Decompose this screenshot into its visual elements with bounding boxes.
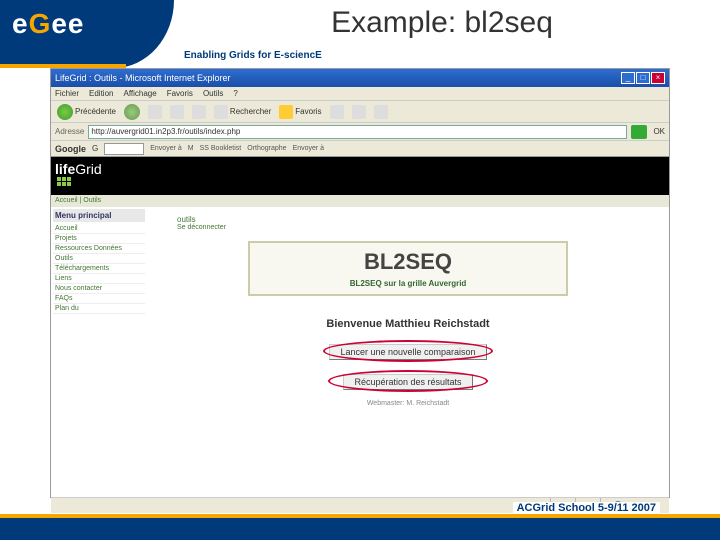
logo-squares <box>57 177 71 186</box>
lifegrid-header: lifeGrid <box>51 157 669 195</box>
slide-subtitle: Enabling Grids for E-sciencE <box>184 50 322 61</box>
mail-icon[interactable] <box>352 105 366 119</box>
bl2seq-subtitle: BL2SEQ sur la grille Auvergrid <box>256 279 560 288</box>
back-button[interactable]: Précédente <box>57 104 116 120</box>
launch-compare-button[interactable]: Lancer une nouvelle comparaison <box>329 344 486 360</box>
address-input[interactable]: http://auvergrid01.in2p3.fr/outils/index… <box>88 125 627 139</box>
ie-menu-bar: Fichier Edition Affichage Favoris Outils… <box>51 87 669 101</box>
print-icon[interactable] <box>374 105 388 119</box>
address-label: Adresse <box>55 127 84 136</box>
stop-icon[interactable] <box>148 105 162 119</box>
slide-header: eGee Example: bl2seq <box>0 0 720 68</box>
ie-address-bar: Adresse http://auvergrid01.in2p3.fr/outi… <box>51 123 669 141</box>
go-button[interactable] <box>631 125 647 139</box>
history-icon[interactable] <box>330 105 344 119</box>
url-text: http://auvergrid01.in2p3.fr/outils/index… <box>91 127 240 136</box>
title-area: Example: bl2seq <box>174 0 720 40</box>
g-item-5[interactable]: SS Bookletist <box>200 145 242 152</box>
sidebar-item-ressources[interactable]: Ressources Données <box>53 244 145 254</box>
webmaster-text: Webmaster: M. Reichstadt <box>177 400 639 407</box>
menu-favs[interactable]: Favoris <box>167 89 193 98</box>
btn1-label: Lancer une nouvelle comparaison <box>340 347 475 357</box>
search-button[interactable]: Rechercher <box>214 105 271 119</box>
search-label: Rechercher <box>230 107 271 116</box>
main-area: outils Se déconnecter BL2SEQ BL2SEQ sur … <box>147 207 669 497</box>
back-label: Précédente <box>75 107 116 116</box>
ie-titlebar: LifeGrid : Outils - Microsoft Internet E… <box>51 69 669 87</box>
btn2-label: Récupération des résultats <box>354 377 461 387</box>
menu-tools[interactable]: Outils <box>203 89 223 98</box>
footer-blue <box>0 518 720 540</box>
logout-link[interactable]: Se déconnecter <box>177 224 639 231</box>
sidebar-item-projets[interactable]: Projets <box>53 234 145 244</box>
egee-logo-area: eGee <box>0 0 174 68</box>
google-logo: Google <box>55 144 86 154</box>
menu-help[interactable]: ? <box>233 89 237 98</box>
menu-view[interactable]: Affichage <box>123 89 156 98</box>
star-icon <box>279 105 293 119</box>
search-icon <box>214 105 228 119</box>
minimize-button[interactable]: _ <box>621 72 635 84</box>
forward-icon[interactable] <box>124 104 140 120</box>
google-toolbar: Google G Envoyer à M SS Bookletist Ortho… <box>51 141 669 157</box>
sidebar-item-liens[interactable]: Liens <box>53 274 145 284</box>
g-item-2[interactable]: M <box>188 145 194 152</box>
g-item-6[interactable]: Orthographe <box>247 145 286 152</box>
back-icon <box>57 104 73 120</box>
google-g: G <box>92 144 98 153</box>
browser-screenshot: LifeGrid : Outils - Microsoft Internet E… <box>50 68 670 498</box>
sidebar-item-outils[interactable]: Outils <box>53 254 145 264</box>
ok-label: OK <box>653 127 665 136</box>
favs-label: Favoris <box>295 107 321 116</box>
maximize-button[interactable]: □ <box>636 72 650 84</box>
egee-logo: eGee <box>12 8 85 40</box>
breadcrumb: Accueil | Outils <box>51 195 669 207</box>
window-title: LifeGrid : Outils - Microsoft Internet E… <box>55 73 621 83</box>
page-body: Menu principal Accueil Projets Ressource… <box>51 207 669 497</box>
menu-file[interactable]: Fichier <box>55 89 79 98</box>
sidebar-item-faqs[interactable]: FAQs <box>53 294 145 304</box>
bl2seq-title: BL2SEQ <box>256 249 560 275</box>
g-item-0[interactable]: Envoyer à <box>150 145 182 152</box>
sidebar-item-telecharge[interactable]: Téléchargements <box>53 264 145 274</box>
g-item-7[interactable]: Envoyer à <box>293 145 325 152</box>
menu-edit[interactable]: Edition <box>89 89 113 98</box>
sidebar-title: Menu principal <box>53 209 145 222</box>
sidebar-item-accueil[interactable]: Accueil <box>53 224 145 234</box>
lifegrid-logo: lifeGrid <box>55 159 123 193</box>
logo-life: life <box>55 161 75 177</box>
sidebar-item-contact[interactable]: Nous contacter <box>53 284 145 294</box>
close-button[interactable]: × <box>651 72 665 84</box>
footer-text: ACGrid School 5-9/11 2007 <box>513 502 660 514</box>
ie-toolbar: Précédente Rechercher Favoris <box>51 101 669 123</box>
logo-grid: Grid <box>75 161 101 177</box>
page-content: lifeGrid Accueil | Outils Menu principal… <box>51 157 669 497</box>
sidebar-item-plan[interactable]: Plan du <box>53 304 145 314</box>
get-results-button[interactable]: Récupération des résultats <box>343 374 472 390</box>
window-buttons: _ □ × <box>621 72 665 84</box>
favorites-button[interactable]: Favoris <box>279 105 321 119</box>
bl2seq-box: BL2SEQ BL2SEQ sur la grille Auvergrid <box>248 241 568 296</box>
slide-title: Example: bl2seq <box>174 6 710 40</box>
home-icon[interactable] <box>192 105 206 119</box>
egee-logo-text: eGee <box>12 8 85 39</box>
google-search-input[interactable] <box>104 143 144 155</box>
sidebar: Menu principal Accueil Projets Ressource… <box>51 207 147 497</box>
page-crumb[interactable]: outils <box>177 215 639 224</box>
refresh-icon[interactable] <box>170 105 184 119</box>
welcome-text: Bienvenue Matthieu Reichstadt <box>177 318 639 330</box>
